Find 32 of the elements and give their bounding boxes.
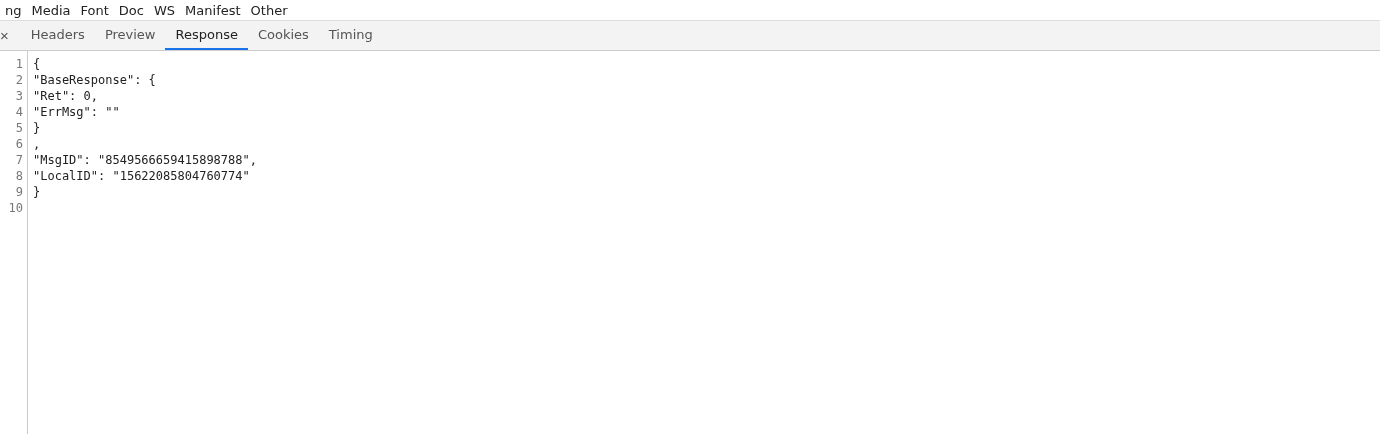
- filter-button[interactable]: Doc: [113, 1, 149, 19]
- filter-button[interactable]: WS: [149, 1, 181, 19]
- tab[interactable]: Cookies: [247, 21, 319, 50]
- line-number: 4: [14, 104, 23, 120]
- tab[interactable]: Headers: [20, 21, 95, 50]
- code-line: "MsgID": "8549566659415898788",: [33, 152, 257, 168]
- filter-button[interactable]: ng: [0, 1, 27, 19]
- tab[interactable]: Preview: [94, 21, 166, 50]
- code-line: }: [33, 184, 42, 200]
- tab[interactable]: Timing: [318, 21, 383, 50]
- line-number: 8: [14, 168, 23, 184]
- line-number: 1: [14, 56, 23, 72]
- tab[interactable]: Response: [165, 21, 248, 50]
- code-line: ,: [33, 136, 42, 152]
- filter-button[interactable]: Media: [26, 1, 76, 19]
- line-number: 2: [14, 72, 23, 88]
- close-button[interactable]: ×: [0, 21, 13, 50]
- code-line: {: [33, 56, 42, 72]
- line-number: 6: [14, 136, 23, 152]
- code-line: "ErrMsg": "": [33, 104, 121, 120]
- filter-button[interactable]: Font: [75, 1, 114, 19]
- line-number: 3: [14, 88, 23, 104]
- line-number: 9: [14, 184, 23, 200]
- filter-button[interactable]: Other: [245, 1, 293, 19]
- line-number: 7: [14, 152, 23, 168]
- code-line: "BaseResponse": {: [33, 72, 157, 88]
- line-number: 5: [14, 120, 23, 136]
- code-line: }: [33, 120, 42, 136]
- filter-button[interactable]: Manifest: [180, 1, 246, 19]
- code-line: "Ret": 0,: [33, 88, 100, 104]
- code-line: "LocalID": "15622085804760774": [33, 168, 251, 184]
- line-number: 10: [7, 200, 23, 216]
